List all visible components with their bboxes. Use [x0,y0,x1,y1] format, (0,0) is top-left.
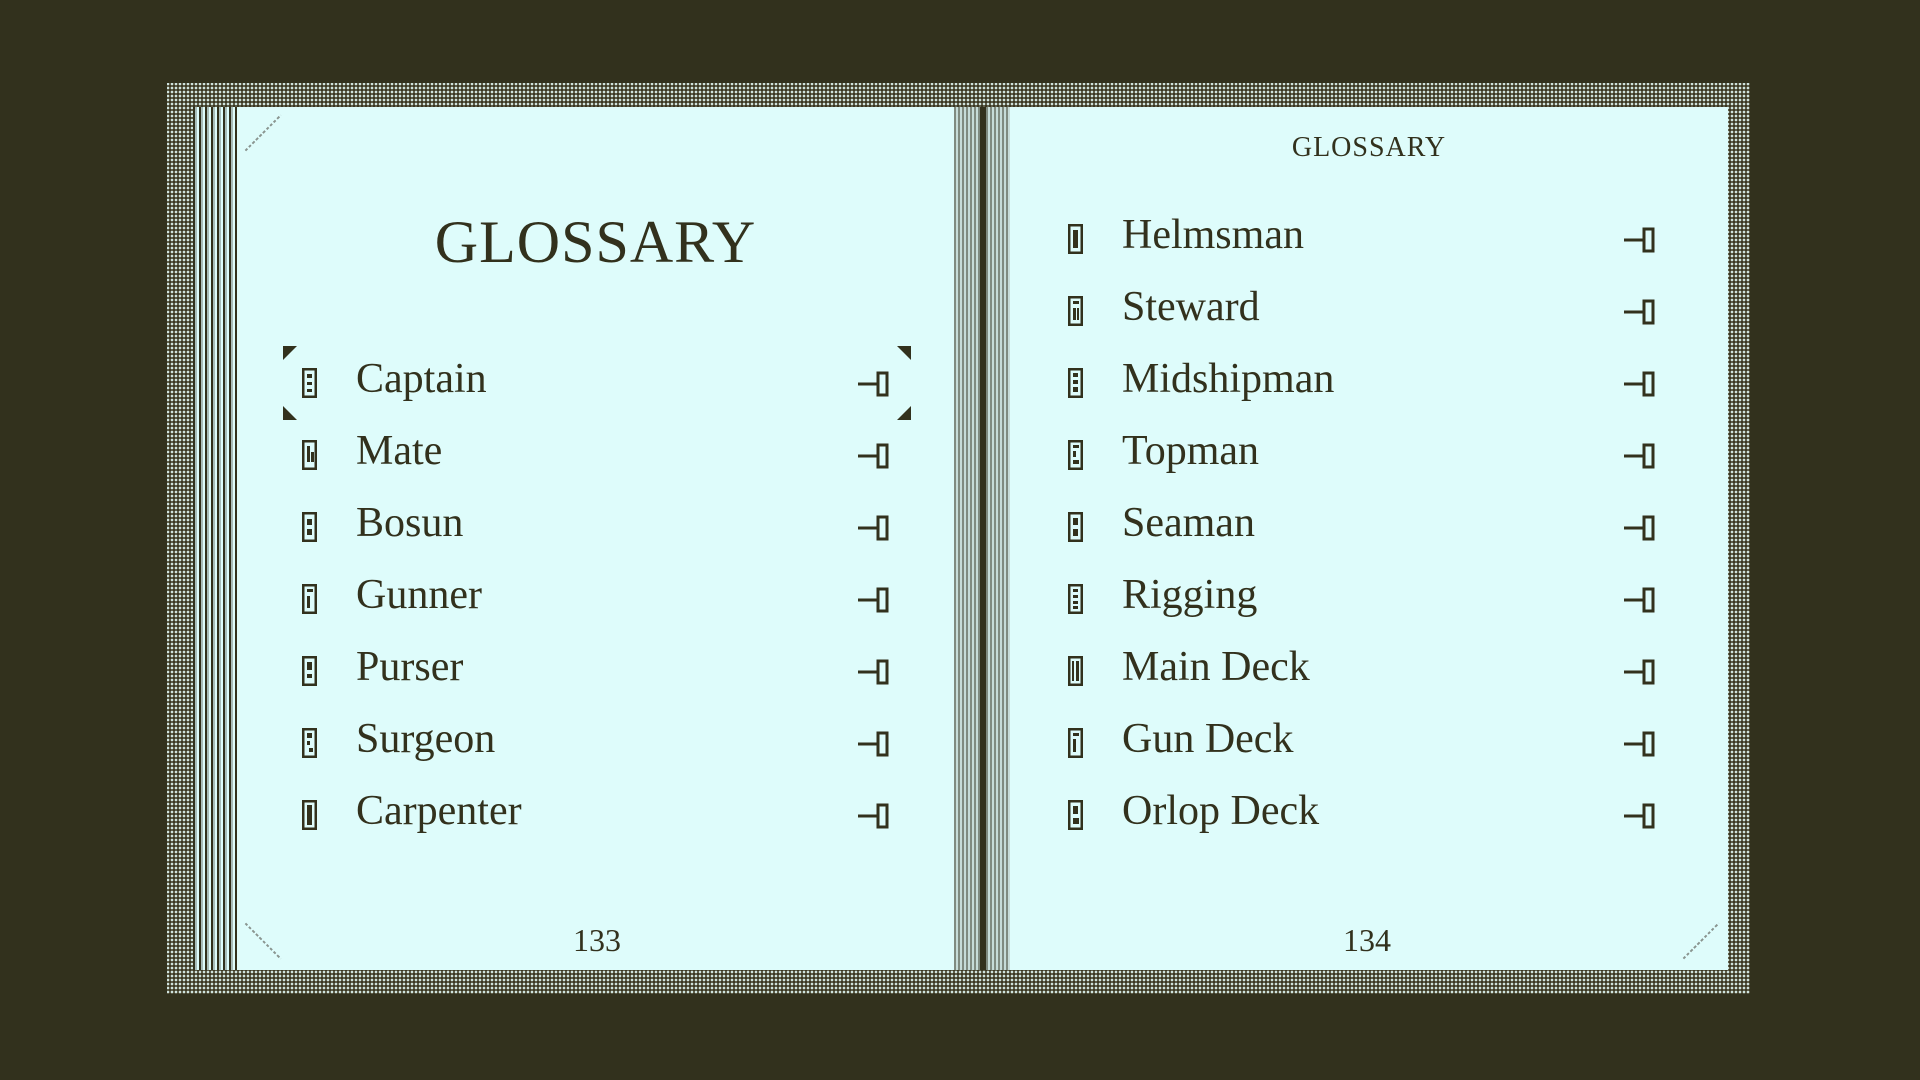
arrow-link-icon [858,731,889,757]
arrow-link-icon [1624,803,1655,829]
entry-label: Main Deck [1122,644,1310,690]
arrow-link-icon [1624,299,1655,325]
entry-label: Rigging [1122,572,1258,618]
glossary-entry[interactable]: Mate [302,418,892,490]
arrow-link-icon [1624,659,1655,685]
arrow-link-icon [858,515,889,541]
glyph-marker-icon [1068,656,1083,686]
arrow-link-icon [858,659,889,685]
glyph-marker-icon [302,440,317,470]
glyph-marker-icon [302,800,317,830]
arrow-link-icon [1624,227,1655,253]
glyph-marker-icon [302,368,317,398]
page-number-left: 133 [573,922,621,958]
arrow-link-icon [1624,731,1655,757]
entry-label: Gun Deck [1122,716,1294,762]
glossary-entry[interactable]: Main Deck [1068,634,1658,706]
entry-label: Captain [356,356,487,402]
page-header: GLOSSARY [1291,132,1447,163]
entry-label: Gunner [356,572,482,618]
arrow-link-icon [858,371,889,397]
corner-flourish-top-left [242,112,286,156]
page-number-right: 134 [1343,922,1391,958]
entry-label: Midshipman [1122,356,1335,402]
glyph-marker-icon [1068,512,1083,542]
glossary-entry[interactable]: Midshipman [1068,346,1658,418]
entry-label: Surgeon [356,716,496,762]
arrow-link-icon [1624,587,1655,613]
entry-label: Helmsman [1122,212,1304,258]
glossary-entry[interactable]: Carpenter [302,778,892,850]
arrow-link-icon [1624,371,1655,397]
glossary-entry[interactable]: Steward [1068,274,1658,346]
glossary-entry[interactable]: Gun Deck [1068,706,1658,778]
glossary-entry[interactable]: Topman [1068,418,1658,490]
glossary-entry[interactable]: Orlop Deck [1068,778,1658,850]
glossary-entry[interactable]: Helmsman [1068,202,1658,274]
arrow-link-icon [1624,515,1655,541]
glyph-marker-icon [302,728,317,758]
glyph-marker-icon [1068,728,1083,758]
glyph-marker-icon [1068,800,1083,830]
glyph-marker-icon [1068,584,1083,614]
entry-label: Orlop Deck [1122,788,1320,834]
glyph-marker-icon [302,512,317,542]
entry-label: Purser [356,644,464,690]
glossary-entry[interactable]: Bosun [302,490,892,562]
glyph-marker-icon [1068,296,1083,326]
glossary-entry[interactable]: Purser [302,634,892,706]
entry-label: Seaman [1122,500,1255,546]
entry-label: Bosun [356,500,464,546]
arrow-link-icon [858,443,889,469]
page-title: GLOSSARY [434,209,757,275]
arrow-link-icon [858,803,889,829]
corner-flourish-bottom-left [242,920,286,964]
page-edges [193,107,237,970]
arrow-link-icon [858,587,889,613]
entry-label: Carpenter [356,788,522,834]
glyph-marker-icon [1068,224,1083,254]
entry-label: Topman [1122,428,1260,474]
glyph-marker-icon [1068,440,1083,470]
glossary-entry[interactable]: Seaman [1068,490,1658,562]
corner-flourish-bottom-right [1680,920,1724,964]
glossary-entry[interactable]: Surgeon [302,706,892,778]
glyph-marker-icon [302,584,317,614]
arrow-link-icon [1624,443,1655,469]
glyph-marker-icon [302,656,317,686]
book-gutter [954,107,1010,970]
glossary-entry[interactable]: Gunner [302,562,892,634]
glyph-marker-icon [1068,368,1083,398]
entry-label: Mate [356,428,443,474]
glossary-entry[interactable]: Rigging [1068,562,1658,634]
glossary-entry[interactable]: Captain [302,346,892,418]
entry-label: Steward [1122,284,1260,330]
